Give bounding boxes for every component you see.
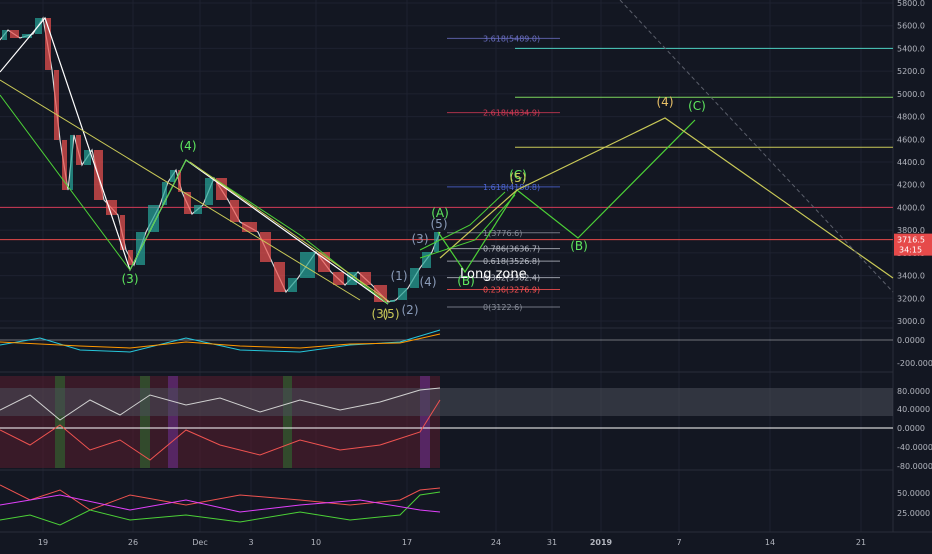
fib-level-label: 0.618(3526.8) <box>483 257 540 266</box>
countdown-label: 34:15 <box>899 246 922 255</box>
rsi-line-red <box>0 484 441 511</box>
rsi-tick-label: 25.0000 <box>897 509 930 518</box>
wave-label: (4) <box>420 275 437 289</box>
candle-body <box>274 262 285 292</box>
candle-body <box>288 278 297 292</box>
time-tick-label: 24 <box>491 538 501 547</box>
candle-body <box>120 215 125 250</box>
price-tick-label: 4600.0 <box>897 135 925 144</box>
candle-body <box>10 30 19 38</box>
time-tick-label: 19 <box>38 538 48 547</box>
trading-chart[interactable]: 3.618(5489.0) 2.618(4834.9) 1.618(4180.8) 1… <box>0 0 932 550</box>
time-tick-label: 3 <box>248 538 253 547</box>
rsi-line-pink <box>0 494 441 513</box>
candle-body <box>76 135 81 165</box>
wave-label: (A) <box>431 206 449 220</box>
annotation-label: Long zone <box>460 267 527 282</box>
time-tick-label: 2019 <box>590 538 613 547</box>
rsi-tick-label: 50.0000 <box>897 489 930 498</box>
stoch-band <box>0 388 893 416</box>
price-tick-label: 5400.0 <box>897 44 925 53</box>
time-tick-label: 7 <box>676 538 681 547</box>
time-tick-label: 14 <box>765 538 775 547</box>
price-tick-label: 5800.0 <box>897 0 925 8</box>
time-tick-label: 31 <box>547 538 557 547</box>
last-price-label: 3716.5 <box>897 236 925 245</box>
candle-body <box>148 205 159 232</box>
fib-level-label: 0(3122.6) <box>483 303 522 312</box>
stoch-tick-label: -40.0000 <box>897 443 932 452</box>
candle-body <box>260 232 271 262</box>
candle-body <box>410 268 419 288</box>
time-tick-label: 10 <box>311 538 321 547</box>
time-tick-label: Dec <box>192 538 207 547</box>
stoch-tick-label: 40.0000 <box>897 405 930 414</box>
candle-body <box>194 205 202 214</box>
macd-line <box>0 329 441 353</box>
time-tick-label: 26 <box>128 538 138 547</box>
wave-label: (3) <box>412 232 429 246</box>
candle-body <box>398 288 407 300</box>
dashed-trend-line <box>619 0 894 293</box>
stoch-tick-label: 0.0000 <box>897 424 925 433</box>
price-tick-label: 4400.0 <box>897 158 925 167</box>
trend-line <box>0 79 361 301</box>
wave-label: (1) <box>391 269 408 283</box>
wave-label: (4) <box>180 139 197 153</box>
projection-yellow <box>439 117 894 279</box>
stoch-tick-label: -80.0000 <box>897 462 932 471</box>
candle-body <box>390 300 395 302</box>
time-tick-label: 17 <box>402 538 412 547</box>
candle-body <box>205 178 213 205</box>
candle-body <box>184 192 191 214</box>
price-tick-label: 5200.0 <box>897 67 925 76</box>
wave-label: (4) <box>657 95 674 109</box>
candle-body <box>170 170 175 182</box>
fib-level-label: 3.618(5489.0) <box>483 34 540 43</box>
candle-body <box>128 250 133 265</box>
wave-label: (B) <box>570 239 588 253</box>
macd-tick-label: 0.0000 <box>897 336 925 345</box>
price-tick-label: 4800.0 <box>897 113 925 122</box>
price-tick-label: 4000.0 <box>897 203 925 212</box>
time-tick-label: 21 <box>856 538 866 547</box>
candle-body <box>2 30 7 40</box>
fib-level-label: 0.786(3636.7) <box>483 245 540 254</box>
candle-body <box>242 222 257 232</box>
wave-label: (2) <box>402 303 419 317</box>
candle-body <box>230 200 239 222</box>
stoch-tick-label: 80.0000 <box>897 387 930 396</box>
wave-label: (3) <box>122 272 139 286</box>
candle-body <box>54 70 59 140</box>
price-tick-label: 5000.0 <box>897 90 925 99</box>
macd-tick-label: -200.0000 <box>897 359 932 368</box>
chart-svg[interactable]: 3.618(5489.0)2.618(4834.9)1.618(4180.8)1… <box>0 0 932 550</box>
fib-level-label: 0.236(3276.9) <box>483 286 540 295</box>
wave-label: (5) <box>510 171 527 185</box>
candle-body <box>374 285 387 302</box>
price-tick-label: 5600.0 <box>897 22 925 31</box>
projection-abc <box>437 119 696 274</box>
candle-body <box>333 272 344 285</box>
price-tick-label: 3200.0 <box>897 294 925 303</box>
wave-label: (C) <box>688 99 706 113</box>
price-tick-label: 3000.0 <box>897 317 925 326</box>
candle-body <box>70 135 73 190</box>
rsi-line-green <box>0 491 441 526</box>
price-tick-label: 4200.0 <box>897 181 925 190</box>
price-tick-label: 3400.0 <box>897 272 925 281</box>
fib-level-label: 2.618(4834.9) <box>483 109 540 118</box>
wave-label: (5) <box>383 307 400 321</box>
